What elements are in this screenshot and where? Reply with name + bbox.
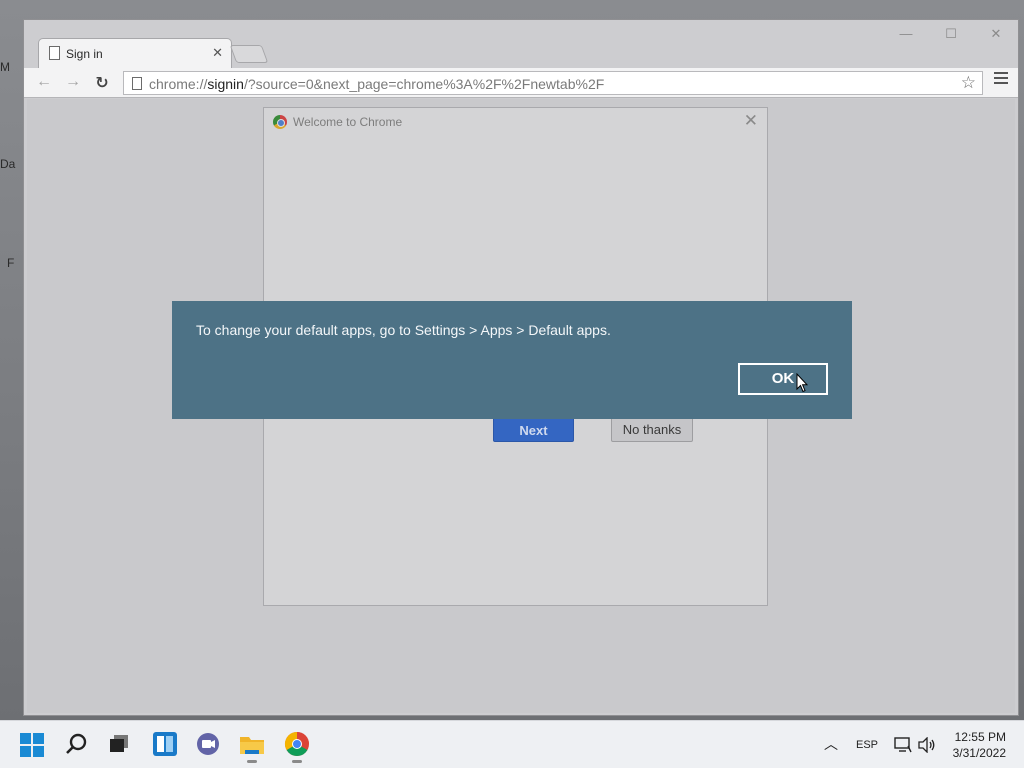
tab-title: Sign in <box>66 47 103 61</box>
chrome-running <box>284 721 310 768</box>
widgets-icon[interactable] <box>152 731 178 757</box>
bookmark-star-icon[interactable]: ☆ <box>961 73 976 93</box>
clock-date: 3/31/2022 <box>952 746 1006 760</box>
task-view-icon[interactable] <box>107 731 133 757</box>
forward-icon[interactable]: → <box>63 73 83 91</box>
ok-button[interactable]: OK <box>738 363 828 395</box>
page-icon <box>132 77 142 90</box>
file-explorer-running <box>241 721 263 768</box>
clock-time: 12:55 PM <box>954 730 1006 744</box>
search-icon[interactable] <box>64 731 90 757</box>
close-window-icon[interactable]: ✕ <box>986 26 1006 42</box>
new-tab-button[interactable] <box>229 45 269 63</box>
back-icon[interactable]: ← <box>34 73 54 91</box>
desktop-icon-label[interactable]: F <box>7 256 14 270</box>
start-windows-icon[interactable] <box>20 733 44 757</box>
chrome-logo-icon <box>273 115 287 129</box>
tab-strip: Sign in ✕ — ☐ ✕ <box>24 20 1018 68</box>
welcome-dialog-title: Welcome to Chrome <box>293 115 403 129</box>
mouse-cursor-icon <box>796 373 808 393</box>
browser-toolbar: ← → ↻ chrome://signin/?source=0&next_pag… <box>24 68 1018 98</box>
minimize-icon[interactable]: — <box>896 26 916 41</box>
menu-icon[interactable] <box>994 72 1008 87</box>
flyout-message: To change your default apps, go to Setti… <box>196 322 611 338</box>
reload-icon[interactable]: ↻ <box>92 73 112 93</box>
close-icon[interactable]: ✕ <box>212 45 223 61</box>
taskbar: ︿ ESP 12:55 PM 3/31/2022 <box>0 720 1024 768</box>
no-thanks-button[interactable]: No thanks <box>611 417 693 442</box>
maximize-icon[interactable]: ☐ <box>941 26 961 42</box>
clock[interactable]: 12:55 PM 3/31/2022 <box>953 729 1006 761</box>
url-text: chrome://signin/?source=0&next_page=chro… <box>149 76 604 92</box>
volume-icon[interactable] <box>918 737 936 753</box>
page-icon <box>49 46 60 60</box>
teams-chat-icon[interactable] <box>195 731 221 757</box>
desktop-icon-label[interactable]: M <box>0 60 10 74</box>
desktop-icon-label[interactable]: Da <box>0 157 15 171</box>
tab-sign-in[interactable]: Sign in ✕ <box>38 38 232 68</box>
network-icon[interactable] <box>894 737 912 753</box>
language-indicator[interactable]: ESP <box>856 739 878 751</box>
close-icon[interactable]: ✕ <box>744 111 758 131</box>
default-apps-flyout: To change your default apps, go to Setti… <box>172 301 852 419</box>
chevron-up-icon[interactable]: ︿ <box>824 734 838 754</box>
url-host: signin <box>207 76 244 92</box>
url-prefix: chrome:// <box>149 76 208 92</box>
url-rest: /?source=0&next_page=chrome%3A%2F%2Fnewt… <box>243 76 605 92</box>
address-bar[interactable]: chrome://signin/?source=0&next_page=chro… <box>123 71 983 95</box>
next-button[interactable]: Next <box>493 417 574 442</box>
